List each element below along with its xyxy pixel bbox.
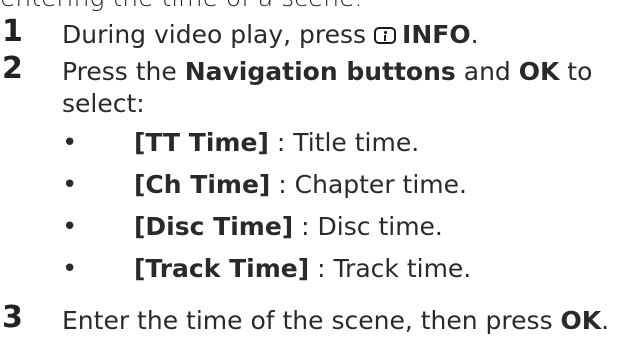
step-2-line-2: select: bbox=[62, 89, 145, 118]
ok-key-label: OK bbox=[560, 306, 602, 335]
option-desc: : Chapter time. bbox=[270, 170, 467, 199]
step-1-suffix: . bbox=[470, 20, 479, 49]
step-2-suffix: to bbox=[559, 57, 593, 86]
bullet-4: • bbox=[62, 254, 78, 284]
option-label: [TT Time] bbox=[134, 128, 269, 157]
step-1-text: During video play, press INFO. bbox=[62, 18, 479, 52]
info-icon bbox=[374, 27, 397, 44]
option-ch-time: [Ch Time] : Chapter time. bbox=[134, 168, 467, 202]
bullet-2: • bbox=[62, 170, 78, 200]
ok-key-label: OK bbox=[518, 57, 560, 86]
option-disc-time: [Disc Time] : Disc time. bbox=[134, 210, 443, 244]
step-3-suffix: . bbox=[601, 306, 610, 335]
step-number-2: 2 bbox=[2, 51, 23, 86]
bullet-1: • bbox=[62, 128, 78, 158]
option-tt-time: [TT Time] : Title time. bbox=[134, 126, 419, 160]
step-2-prefix: Press the bbox=[62, 57, 185, 86]
option-desc: : Track time. bbox=[309, 254, 472, 283]
option-track-time: [Track Time] : Track time. bbox=[134, 252, 471, 286]
step-number-3: 3 bbox=[2, 300, 23, 335]
step-1-prefix: During video play, press bbox=[62, 20, 375, 49]
step-2-mid: and bbox=[455, 57, 519, 86]
step-2-line-1: Press the Navigation buttons and OK to bbox=[62, 55, 592, 89]
manual-page: entering the time of a scene. 1 During v… bbox=[0, 0, 623, 354]
step-3-text: Enter the time of the scene, then press … bbox=[62, 304, 609, 338]
navigation-buttons-label: Navigation buttons bbox=[184, 57, 456, 86]
option-desc: : Disc time. bbox=[293, 212, 443, 241]
bullet-3: • bbox=[62, 212, 78, 242]
option-label: [Ch Time] bbox=[134, 170, 271, 199]
step-number-1: 1 bbox=[2, 14, 23, 49]
step-3-prefix: Enter the time of the scene, then press bbox=[62, 306, 561, 335]
option-desc: : Title time. bbox=[268, 128, 420, 157]
option-label: [Disc Time] bbox=[134, 212, 294, 241]
info-key-label: INFO bbox=[402, 20, 471, 49]
intro-text-cut: entering the time of a scene. bbox=[0, 0, 362, 12]
option-label: [Track Time] bbox=[134, 254, 310, 283]
